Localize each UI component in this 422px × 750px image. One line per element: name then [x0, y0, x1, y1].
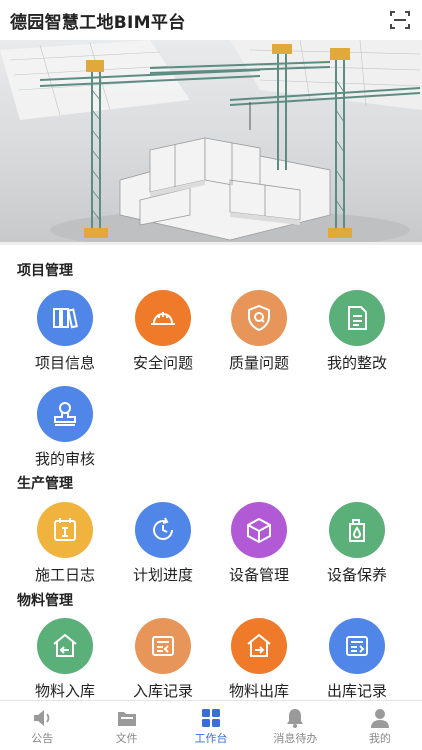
calendar-icon: [37, 502, 93, 558]
app-root: 德园智慧工地BIM平台 项目管理 项目信息 安全问题 质量问题 我的整改 我的审…: [0, 0, 422, 750]
tile-label: 质量问题: [228, 354, 289, 372]
tile-plan-progress[interactable]: 计划进度: [115, 502, 211, 590]
warehouse-out-icon: [231, 618, 287, 674]
clock-refresh-icon: [135, 502, 191, 558]
tab-mine[interactable]: 我的: [338, 701, 422, 750]
tab-announcements[interactable]: 公告: [0, 701, 84, 750]
section-title-material: 物料管理: [17, 593, 73, 609]
tab-label: 文件: [115, 732, 138, 745]
tab-files[interactable]: 文件: [84, 701, 168, 750]
tile-my-review[interactable]: 我的审核: [17, 386, 113, 474]
tab-label: 消息待办: [273, 732, 318, 745]
tab-messages[interactable]: 消息待办: [253, 701, 337, 750]
tile-label: 设备管理: [228, 566, 289, 584]
bell-icon: [287, 709, 304, 728]
tile-label: 出库记录: [326, 682, 387, 700]
tile-material-in[interactable]: 物料入库: [17, 618, 113, 706]
tile-label: 我的整改: [326, 354, 387, 372]
tile-label: 项目信息: [34, 354, 95, 372]
hardhat-icon: [135, 290, 191, 346]
tile-construction-log[interactable]: 施工日志: [17, 502, 113, 590]
bottom-tabbar: 公告 文件 工作台 消息待办 我的: [0, 700, 422, 750]
scan-icon[interactable]: [390, 10, 410, 30]
tile-label: 施工日志: [34, 566, 95, 584]
grid-icon: [202, 709, 221, 727]
section-title-project: 项目管理: [17, 263, 73, 279]
tab-label: 公告: [31, 732, 54, 745]
tile-safety-issues[interactable]: 安全问题: [115, 290, 211, 378]
tile-my-rectification[interactable]: 我的整改: [309, 290, 405, 378]
tile-in-records[interactable]: 入库记录: [115, 618, 211, 706]
tile-out-records[interactable]: 出库记录: [309, 618, 405, 706]
user-icon: [370, 709, 389, 728]
tile-quality-issues[interactable]: 质量问题: [211, 290, 307, 378]
tile-label: 物料出库: [228, 682, 289, 700]
tab-label: 工作台: [194, 732, 228, 745]
tile-label: 安全问题: [132, 354, 193, 372]
document-icon: [329, 290, 385, 346]
shield-icon: [231, 290, 287, 346]
warehouse-in-icon: [37, 618, 93, 674]
tab-label: 我的: [368, 732, 391, 745]
box-icon: [231, 502, 287, 558]
section-title-production: 生产管理: [17, 476, 73, 492]
record-out-icon: [329, 618, 385, 674]
tile-project-info[interactable]: 项目信息: [17, 290, 113, 378]
books-icon: [37, 290, 93, 346]
stamp-icon: [37, 386, 93, 442]
page-title: 德园智慧工地BIM平台: [10, 13, 186, 33]
tile-label: 入库记录: [132, 682, 193, 700]
construction-illustration: [0, 40, 422, 242]
tile-equipment-maintenance[interactable]: 设备保养: [309, 502, 405, 590]
tab-workbench[interactable]: 工作台: [169, 701, 253, 750]
record-in-icon: [135, 618, 191, 674]
tile-label: 计划进度: [132, 566, 193, 584]
folder-icon: [117, 712, 136, 726]
oil-can-icon: [329, 502, 385, 558]
tile-label: 设备保养: [326, 566, 387, 584]
speaker-icon: [34, 710, 50, 726]
tile-label: 我的审核: [34, 450, 95, 468]
banner-image[interactable]: [0, 40, 422, 242]
app-header: 德园智慧工地BIM平台: [0, 0, 422, 40]
banner-divider: [0, 242, 422, 245]
tile-material-out[interactable]: 物料出库: [211, 618, 307, 706]
tile-equipment-mgmt[interactable]: 设备管理: [211, 502, 307, 590]
tile-label: 物料入库: [34, 682, 95, 700]
